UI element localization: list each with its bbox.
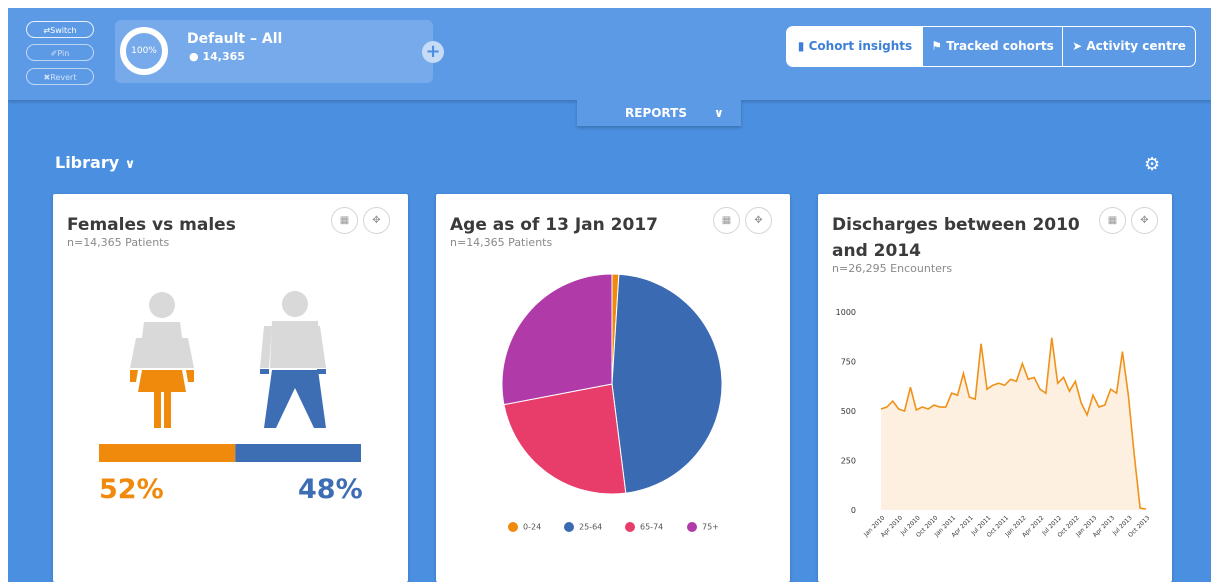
- y-tick-label: 0: [851, 506, 856, 515]
- y-tick-label: 1000: [836, 308, 856, 317]
- app-frame: ⇄Switch ✐Pin ✖Revert 100% Default – All …: [8, 8, 1211, 582]
- area-fill: [881, 337, 1146, 510]
- y-tick-label: 250: [841, 457, 856, 466]
- discharges-area-chart: 02505007501000Jan 2010Apr 2010Jul 2010Oc…: [836, 308, 1152, 539]
- y-tick-label: 750: [841, 358, 856, 367]
- y-tick-label: 500: [841, 407, 856, 416]
